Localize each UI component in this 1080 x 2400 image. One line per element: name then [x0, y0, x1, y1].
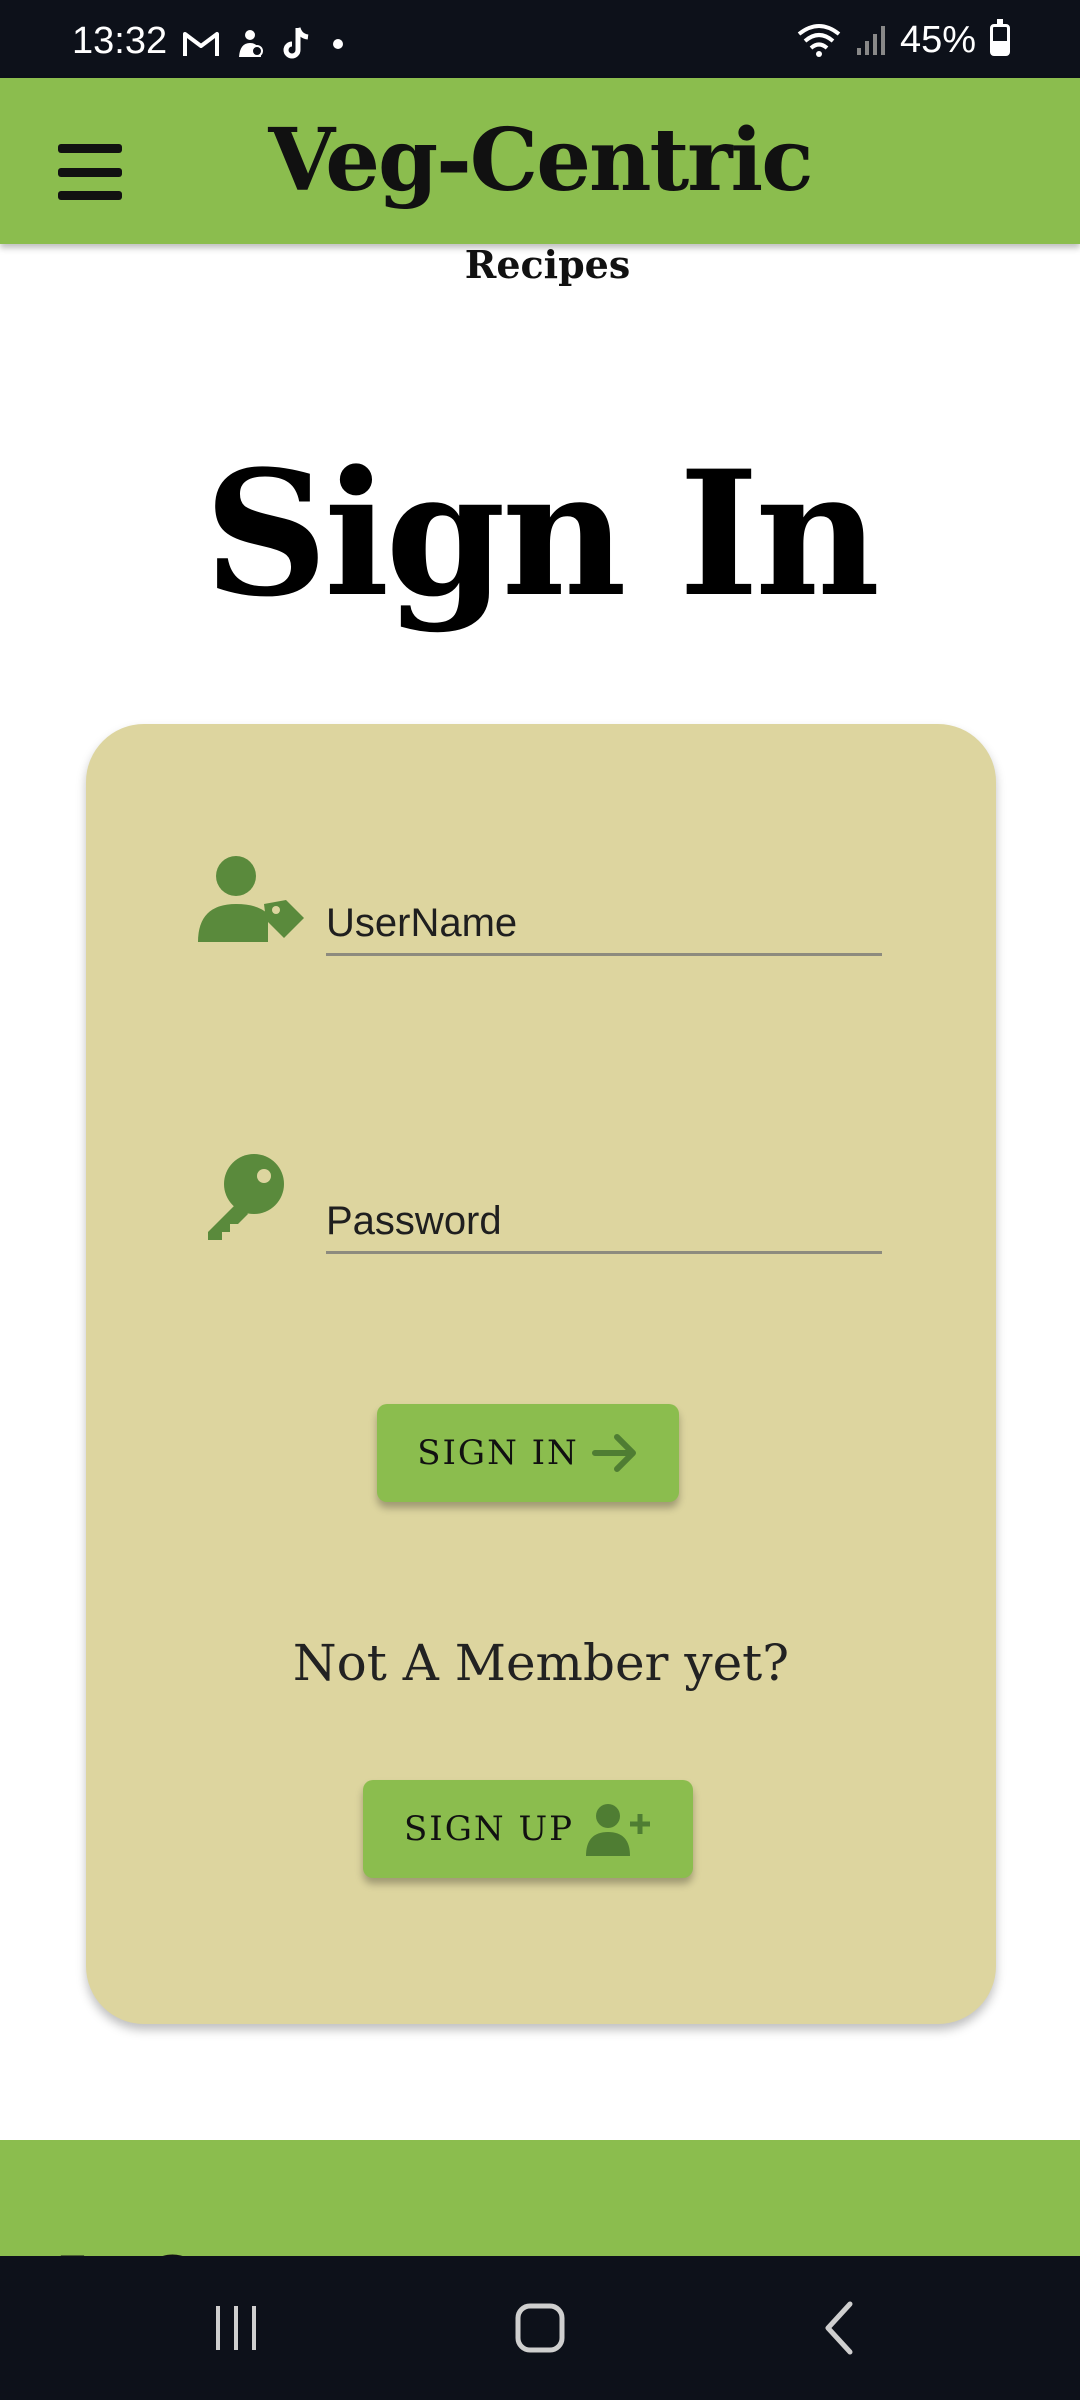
dot-icon — [333, 39, 343, 49]
password-input[interactable] — [326, 1192, 882, 1254]
sign-up-button[interactable]: SIGN UP — [363, 1780, 693, 1878]
recent-apps-icon[interactable] — [196, 2288, 276, 2368]
tiktok-icon — [283, 27, 309, 59]
gmail-icon — [183, 32, 219, 56]
notification-icon — [239, 30, 263, 57]
back-icon[interactable] — [800, 2288, 880, 2368]
battery-icon — [990, 19, 1010, 56]
status-bar: 13:32 45% — [0, 0, 1080, 78]
sign-in-button[interactable]: SIGN IN — [377, 1404, 679, 1502]
app-title: Veg-Centric — [268, 110, 813, 211]
status-time: 13:32 — [72, 20, 168, 62]
key-icon — [208, 1154, 284, 1240]
page-title: Sign In — [203, 432, 880, 635]
app-header: Veg-Centric — [0, 78, 1080, 244]
username-input[interactable] — [326, 894, 882, 956]
user-tag-icon — [198, 856, 304, 942]
battery-percent: 45% — [899, 18, 976, 61]
user-plus-icon — [585, 1804, 650, 1856]
status-system-icons: 45% — [796, 18, 1010, 61]
arrow-right-icon — [591, 1434, 636, 1472]
username-field — [198, 854, 898, 974]
footer-partial-text: Ja C — [58, 2244, 194, 2256]
not-member-text: Not A Member yet? — [292, 1634, 790, 1692]
home-icon[interactable] — [500, 2288, 580, 2368]
sign-up-label: SIGN UP — [404, 1809, 574, 1849]
navigation-bar — [0, 2256, 1080, 2400]
app-subtitle: Recipes — [464, 242, 631, 287]
sign-in-label: SIGN IN — [417, 1433, 579, 1473]
battery-fill — [993, 41, 1007, 53]
signal-icon — [856, 26, 885, 55]
status-notification-icons — [182, 24, 348, 64]
password-field — [198, 1152, 898, 1272]
signin-card: SIGN IN Not A Member yet? SIGN UP — [86, 724, 996, 2024]
wifi-icon — [797, 24, 841, 57]
footer-band: Ja C — [0, 2140, 1080, 2256]
